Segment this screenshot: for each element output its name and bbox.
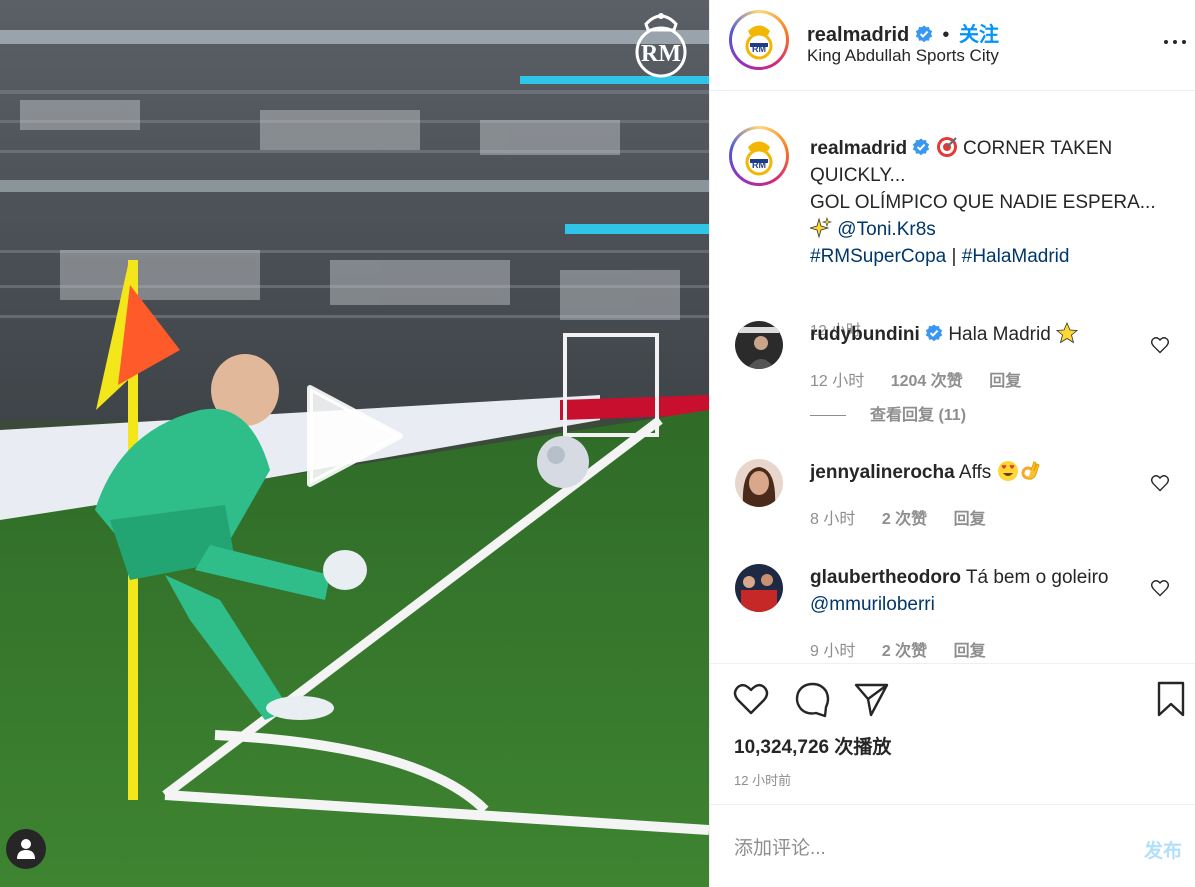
- add-comment-form: 发布: [710, 805, 1195, 887]
- comment-input[interactable]: [734, 835, 1114, 863]
- view-replies-label: 查看回复 (11): [870, 407, 967, 424]
- play-icon: [307, 385, 403, 487]
- post-header: RM realmadrid • 关注 King Abdullah Sports …: [710, 0, 1195, 91]
- comment-timestamp[interactable]: 8 小时: [810, 511, 855, 528]
- hashtag-link[interactable]: #RMSuperCopa: [810, 246, 946, 267]
- separator-dot: •: [942, 24, 950, 46]
- verified-badge-icon: [925, 324, 943, 342]
- like-comment-heart-icon[interactable]: [1150, 335, 1170, 355]
- share-icon[interactable]: [852, 680, 890, 718]
- heart-eyes-emoji-icon: [997, 461, 1018, 481]
- tagged-people-button[interactable]: [6, 829, 46, 869]
- view-count[interactable]: 10,324,726 次播放: [734, 732, 891, 759]
- bookmark-icon[interactable]: [1152, 680, 1190, 718]
- location-link[interactable]: King Abdullah Sports City: [807, 46, 999, 66]
- caption-line-2: GOL OLÍMPICO QUE NADIE ESPERA...: [810, 192, 1156, 213]
- svg-text:RM: RM: [752, 160, 766, 170]
- like-comment-heart-icon[interactable]: [1150, 473, 1170, 493]
- comment-text: Tá bem o goleiro: [965, 567, 1109, 588]
- real-madrid-crest-icon: RM: [735, 132, 783, 180]
- comment-text: Affs: [958, 462, 992, 483]
- commenter-avatar[interactable]: [735, 564, 783, 612]
- view-replies-button[interactable]: 查看回复 (11): [810, 401, 966, 425]
- caption-divider: |: [951, 246, 957, 267]
- reply-button[interactable]: 回复: [954, 511, 986, 528]
- reply-button[interactable]: 回复: [989, 373, 1021, 390]
- post-actions: 10,324,726 次播放 12 小时前: [710, 663, 1195, 805]
- post-detail-panel: RM realmadrid • 关注 King Abdullah Sports …: [709, 0, 1195, 887]
- comments-list[interactable]: RM realmadrid CORNER TAKEN QUICKLY... GO…: [710, 91, 1195, 663]
- comment-text: Hala Madrid: [948, 324, 1051, 345]
- author-avatar[interactable]: RM: [729, 10, 789, 70]
- follow-button[interactable]: 关注: [959, 24, 999, 46]
- caption-username[interactable]: realmadrid: [810, 138, 907, 159]
- comment-timestamp[interactable]: 12 小时: [810, 373, 864, 390]
- commenter-avatar[interactable]: [735, 321, 783, 369]
- comment-username[interactable]: rudybundini: [810, 324, 920, 345]
- mention-link[interactable]: @mmuriloberri: [810, 594, 935, 615]
- post-comment-button[interactable]: 发布: [1144, 836, 1182, 863]
- svg-text:RM: RM: [641, 41, 681, 67]
- play-button[interactable]: [300, 384, 404, 488]
- author-username[interactable]: realmadrid: [807, 24, 909, 46]
- user-icon: [17, 839, 35, 859]
- ok-hand-emoji-icon: [1021, 461, 1040, 480]
- real-madrid-crest-icon: RM: [735, 16, 783, 64]
- comment-username[interactable]: glaubertheodoro: [810, 567, 961, 588]
- comment-timestamp[interactable]: 9 小时: [810, 643, 855, 660]
- sparkles-emoji-icon: [810, 217, 832, 239]
- caption-avatar[interactable]: RM: [729, 126, 789, 186]
- mention-link[interactable]: @Toni.Kr8s: [837, 219, 936, 240]
- comment-likes[interactable]: 2 次赞: [882, 643, 927, 660]
- heart-icon[interactable]: [732, 680, 770, 718]
- verified-badge-icon: [915, 25, 933, 43]
- comment-username[interactable]: jennyalinerocha: [810, 462, 955, 483]
- caption-text: realmadrid CORNER TAKEN QUICKLY... GOL O…: [810, 135, 1170, 270]
- more-options-button[interactable]: [1160, 30, 1190, 54]
- like-comment-heart-icon[interactable]: [1150, 578, 1170, 598]
- reply-button[interactable]: 回复: [954, 643, 986, 660]
- post-timestamp[interactable]: 12 小时前: [734, 770, 791, 789]
- commenter-avatar[interactable]: [735, 459, 783, 507]
- star-emoji-icon: [1056, 322, 1079, 344]
- svg-text:RM: RM: [752, 44, 766, 54]
- video-player[interactable]: RM: [0, 0, 709, 887]
- verified-badge-icon: [913, 138, 930, 156]
- comment-likes[interactable]: 2 次赞: [882, 511, 927, 528]
- comment-likes[interactable]: 1204 次赞: [891, 373, 963, 390]
- comment-icon[interactable]: [794, 680, 832, 718]
- hashtag-link[interactable]: #HalaMadrid: [962, 246, 1070, 267]
- replies-divider-line: [810, 415, 846, 417]
- target-emoji-icon: [936, 137, 957, 157]
- real-madrid-crest-watermark: RM: [634, 6, 688, 78]
